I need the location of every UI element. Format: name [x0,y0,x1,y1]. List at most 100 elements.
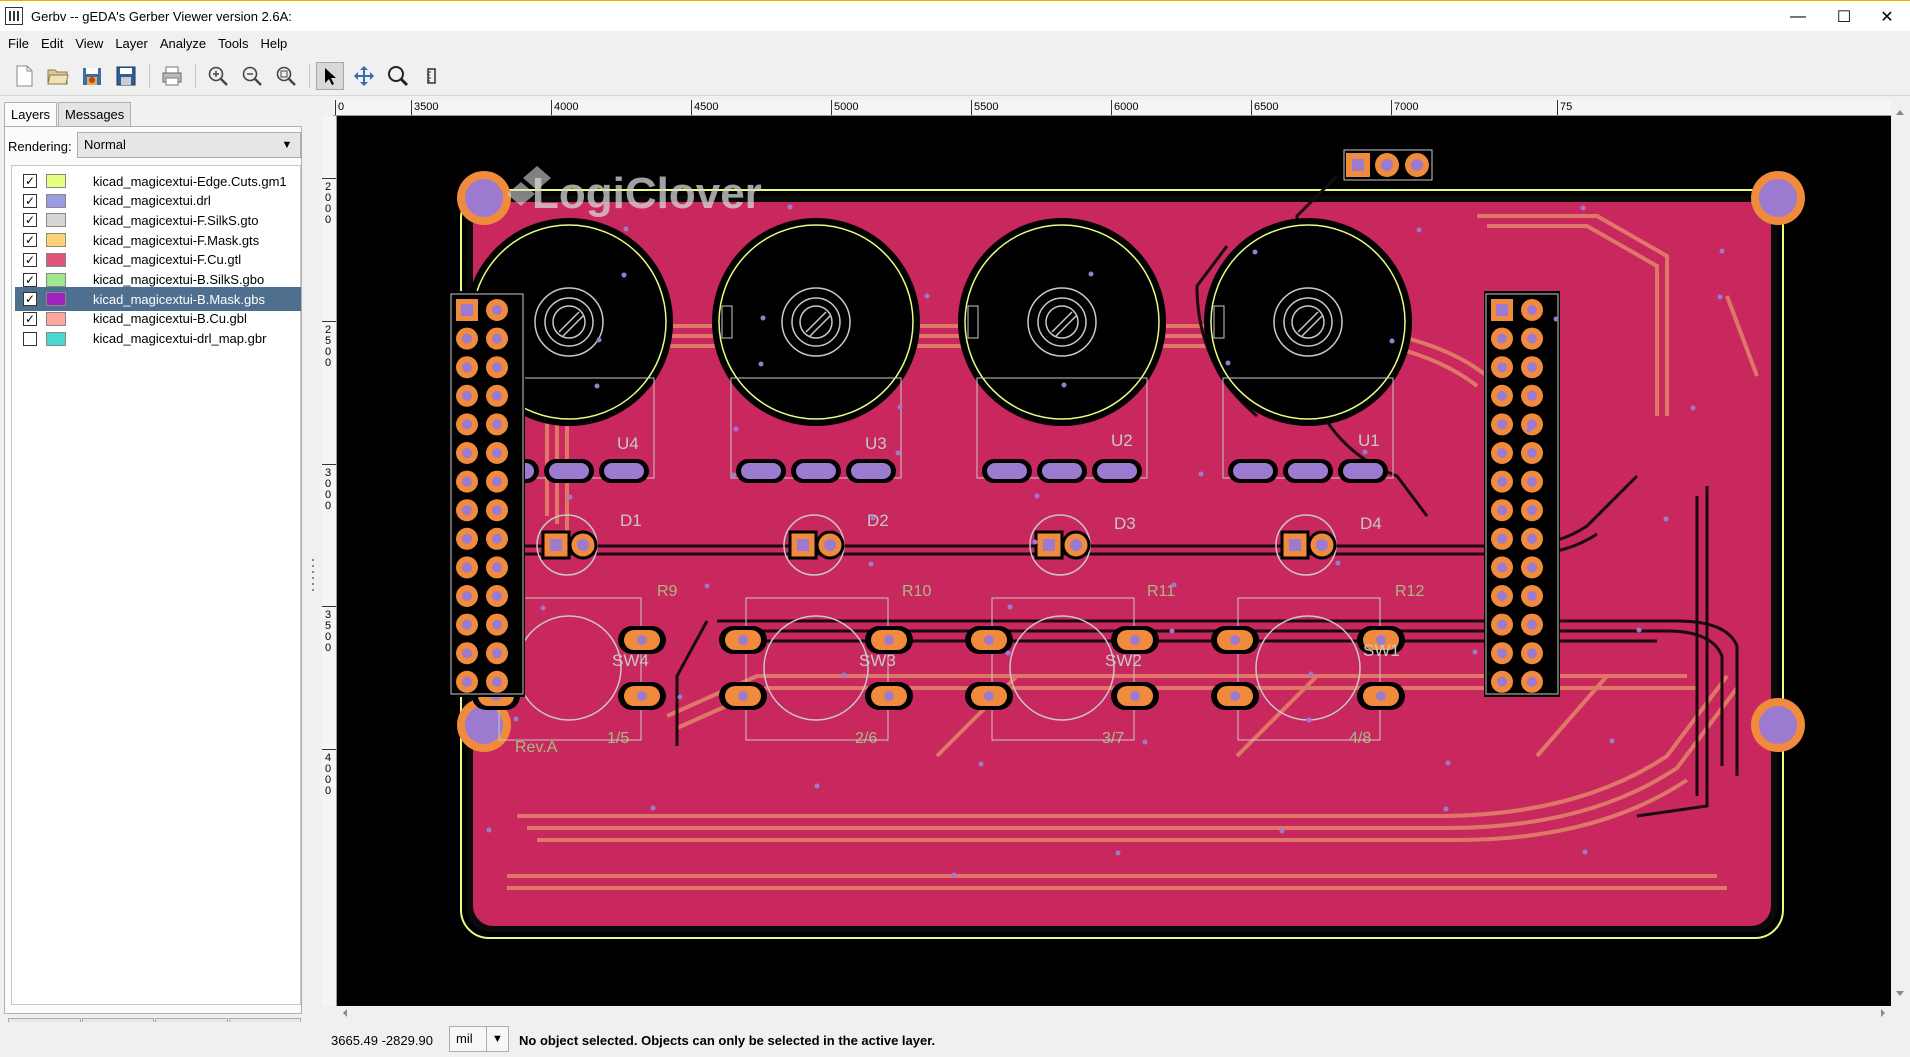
layer-name: kicad_magicextui-B.SilkS.gbo [93,272,265,287]
label-2-6: 2/6 [855,730,877,747]
menu-view[interactable]: View [69,36,109,51]
open-button[interactable] [44,62,72,90]
layer-visibility-checkbox[interactable]: ✓ [23,272,37,287]
window-title: Gerbv -- gEDA's Gerber Viewer version 2.… [31,8,292,24]
title-bar: Gerbv -- gEDA's Gerber Viewer version 2.… [0,0,1910,31]
new-icon [16,65,33,87]
horizontal-ruler: 0 3500 4000 4500 5000 5500 6000 6500 7000 75 [333,100,1891,116]
layer-visibility-checkbox[interactable]: ✓ [23,252,37,267]
layer-color-swatch[interactable] [46,233,66,248]
ruler-label: 3500 [325,609,332,654]
gerber-canvas[interactable]: LogiClover U4 U3 U2 U1 D1 D2 D3 D4 SW4 S… [337,116,1891,1006]
zoom-in-icon [208,66,228,86]
label-1-5: 1/5 [607,730,629,747]
logo-text: LogiClover [532,169,762,218]
revert-icon [83,68,101,85]
ruler-label: 4500 [694,101,719,113]
new-button[interactable] [10,62,38,90]
left-header [449,291,525,697]
rendering-value: Normal [84,137,126,152]
label-d3: D3 [1114,514,1136,533]
label-u4: U4 [617,434,639,453]
maximize-button[interactable]: ☐ [1821,1,1867,32]
label-sw4: SW4 [612,651,649,670]
layer-visibility-checkbox[interactable]: ✓ [23,174,37,188]
open-icon [47,69,69,85]
label-rev: Rev.A [515,739,558,756]
layer-color-swatch[interactable] [46,174,66,188]
cursor-coordinates: 3665.49 -2829.90 [331,1033,433,1048]
ruler-label: 5000 [834,101,859,113]
label-r12: R12 [1395,583,1424,600]
layer-visibility-checkbox[interactable]: ✓ [23,213,37,228]
ruler-label: 2000 [325,181,332,226]
pan-tool-icon [354,66,374,86]
layer-row[interactable]: kicad_magicextui-drl_map.gbr [15,327,301,351]
panel-splitter[interactable] [310,556,316,596]
layer-color-swatch[interactable] [46,292,66,307]
menu-file[interactable]: File [2,36,35,51]
print-button[interactable] [158,62,186,90]
layer-name: kicad_magicextui-B.Mask.gbs [93,291,265,307]
panel-tabs: Layers Messages [4,102,132,127]
layer-visibility-checkbox[interactable]: ✓ [23,233,37,248]
measure-tool-button[interactable] [418,62,446,90]
status-bar: 3665.49 -2829.90 mil ▼ No object selecte… [0,1022,1910,1057]
menu-tools[interactable]: Tools [212,36,254,51]
layer-visibility-checkbox[interactable]: ✓ [23,292,37,307]
layer-color-swatch[interactable] [46,213,66,228]
zoom-in-button[interactable] [204,62,232,90]
layer-name: kicad_magicextui-Edge.Cuts.gm1 [93,173,287,189]
layer-color-swatch[interactable] [46,193,66,208]
zoom-fit-icon [276,66,296,86]
layer-visibility-checkbox[interactable]: ✓ [23,193,37,208]
menu-layer[interactable]: Layer [109,36,154,51]
menu-help[interactable]: Help [254,36,293,51]
vertical-scrollbar[interactable] [1891,100,1910,1006]
save-button[interactable] [112,62,140,90]
tab-messages[interactable]: Messages [58,102,132,126]
tab-layers[interactable]: Layers [4,102,58,127]
layer-color-swatch[interactable] [46,272,66,287]
chevron-down-icon: ▼ [281,139,293,151]
pcb-drawing: LogiClover U4 U3 U2 U1 D1 D2 D3 D4 SW4 S… [449,149,1805,939]
layer-color-swatch[interactable] [46,331,66,346]
menu-analyze[interactable]: Analyze [154,36,212,51]
label-4-8: 4/8 [1349,730,1371,747]
label-sw3: SW3 [859,651,896,670]
layer-name: kicad_magicextui-F.SilkS.gto [93,212,259,228]
chevron-down-icon: ▼ [486,1027,508,1051]
revert-button[interactable] [78,62,106,90]
ruler-label: 2500 [325,324,332,369]
right-header [1484,291,1560,697]
pan-tool-button[interactable] [350,62,378,90]
pointer-tool-button[interactable] [316,62,344,90]
toolbar [0,56,1910,96]
label-r9: R9 [657,583,678,600]
zoom-tool-button[interactable] [384,62,412,90]
layer-color-swatch[interactable] [46,252,66,267]
measure-tool-icon [427,68,436,84]
ruler-label: 7000 [1394,101,1419,113]
label-d4: D4 [1360,514,1382,533]
menu-edit[interactable]: Edit [35,36,69,51]
ruler-label: 0 [338,101,345,113]
layer-color-swatch[interactable] [46,311,66,326]
label-sw1: SW1 [1363,641,1400,660]
horizontal-scrollbar[interactable] [337,1006,1891,1020]
close-button[interactable]: ✕ [1864,1,1910,32]
layer-visibility-checkbox[interactable] [23,331,37,346]
top-connector [1343,149,1433,181]
label-sw2: SW2 [1105,651,1142,670]
rendering-label: Rendering: [8,139,72,154]
rendering-dropdown[interactable]: Normal ▼ [77,132,301,158]
ruler-label: 4000 [554,101,579,113]
zoom-out-button[interactable] [238,62,266,90]
minimize-button[interactable]: — [1775,1,1821,32]
layers-panel: Layers Messages Rendering: Normal ▼ ✓ kic… [0,100,306,1057]
unit-dropdown[interactable]: mil ▼ [449,1026,509,1052]
layer-visibility-checkbox[interactable]: ✓ [23,311,37,326]
ruler-label: 3000 [325,467,332,512]
layer-name: kicad_magicextui-B.Cu.gbl [93,311,247,327]
zoom-fit-button[interactable] [272,62,300,90]
